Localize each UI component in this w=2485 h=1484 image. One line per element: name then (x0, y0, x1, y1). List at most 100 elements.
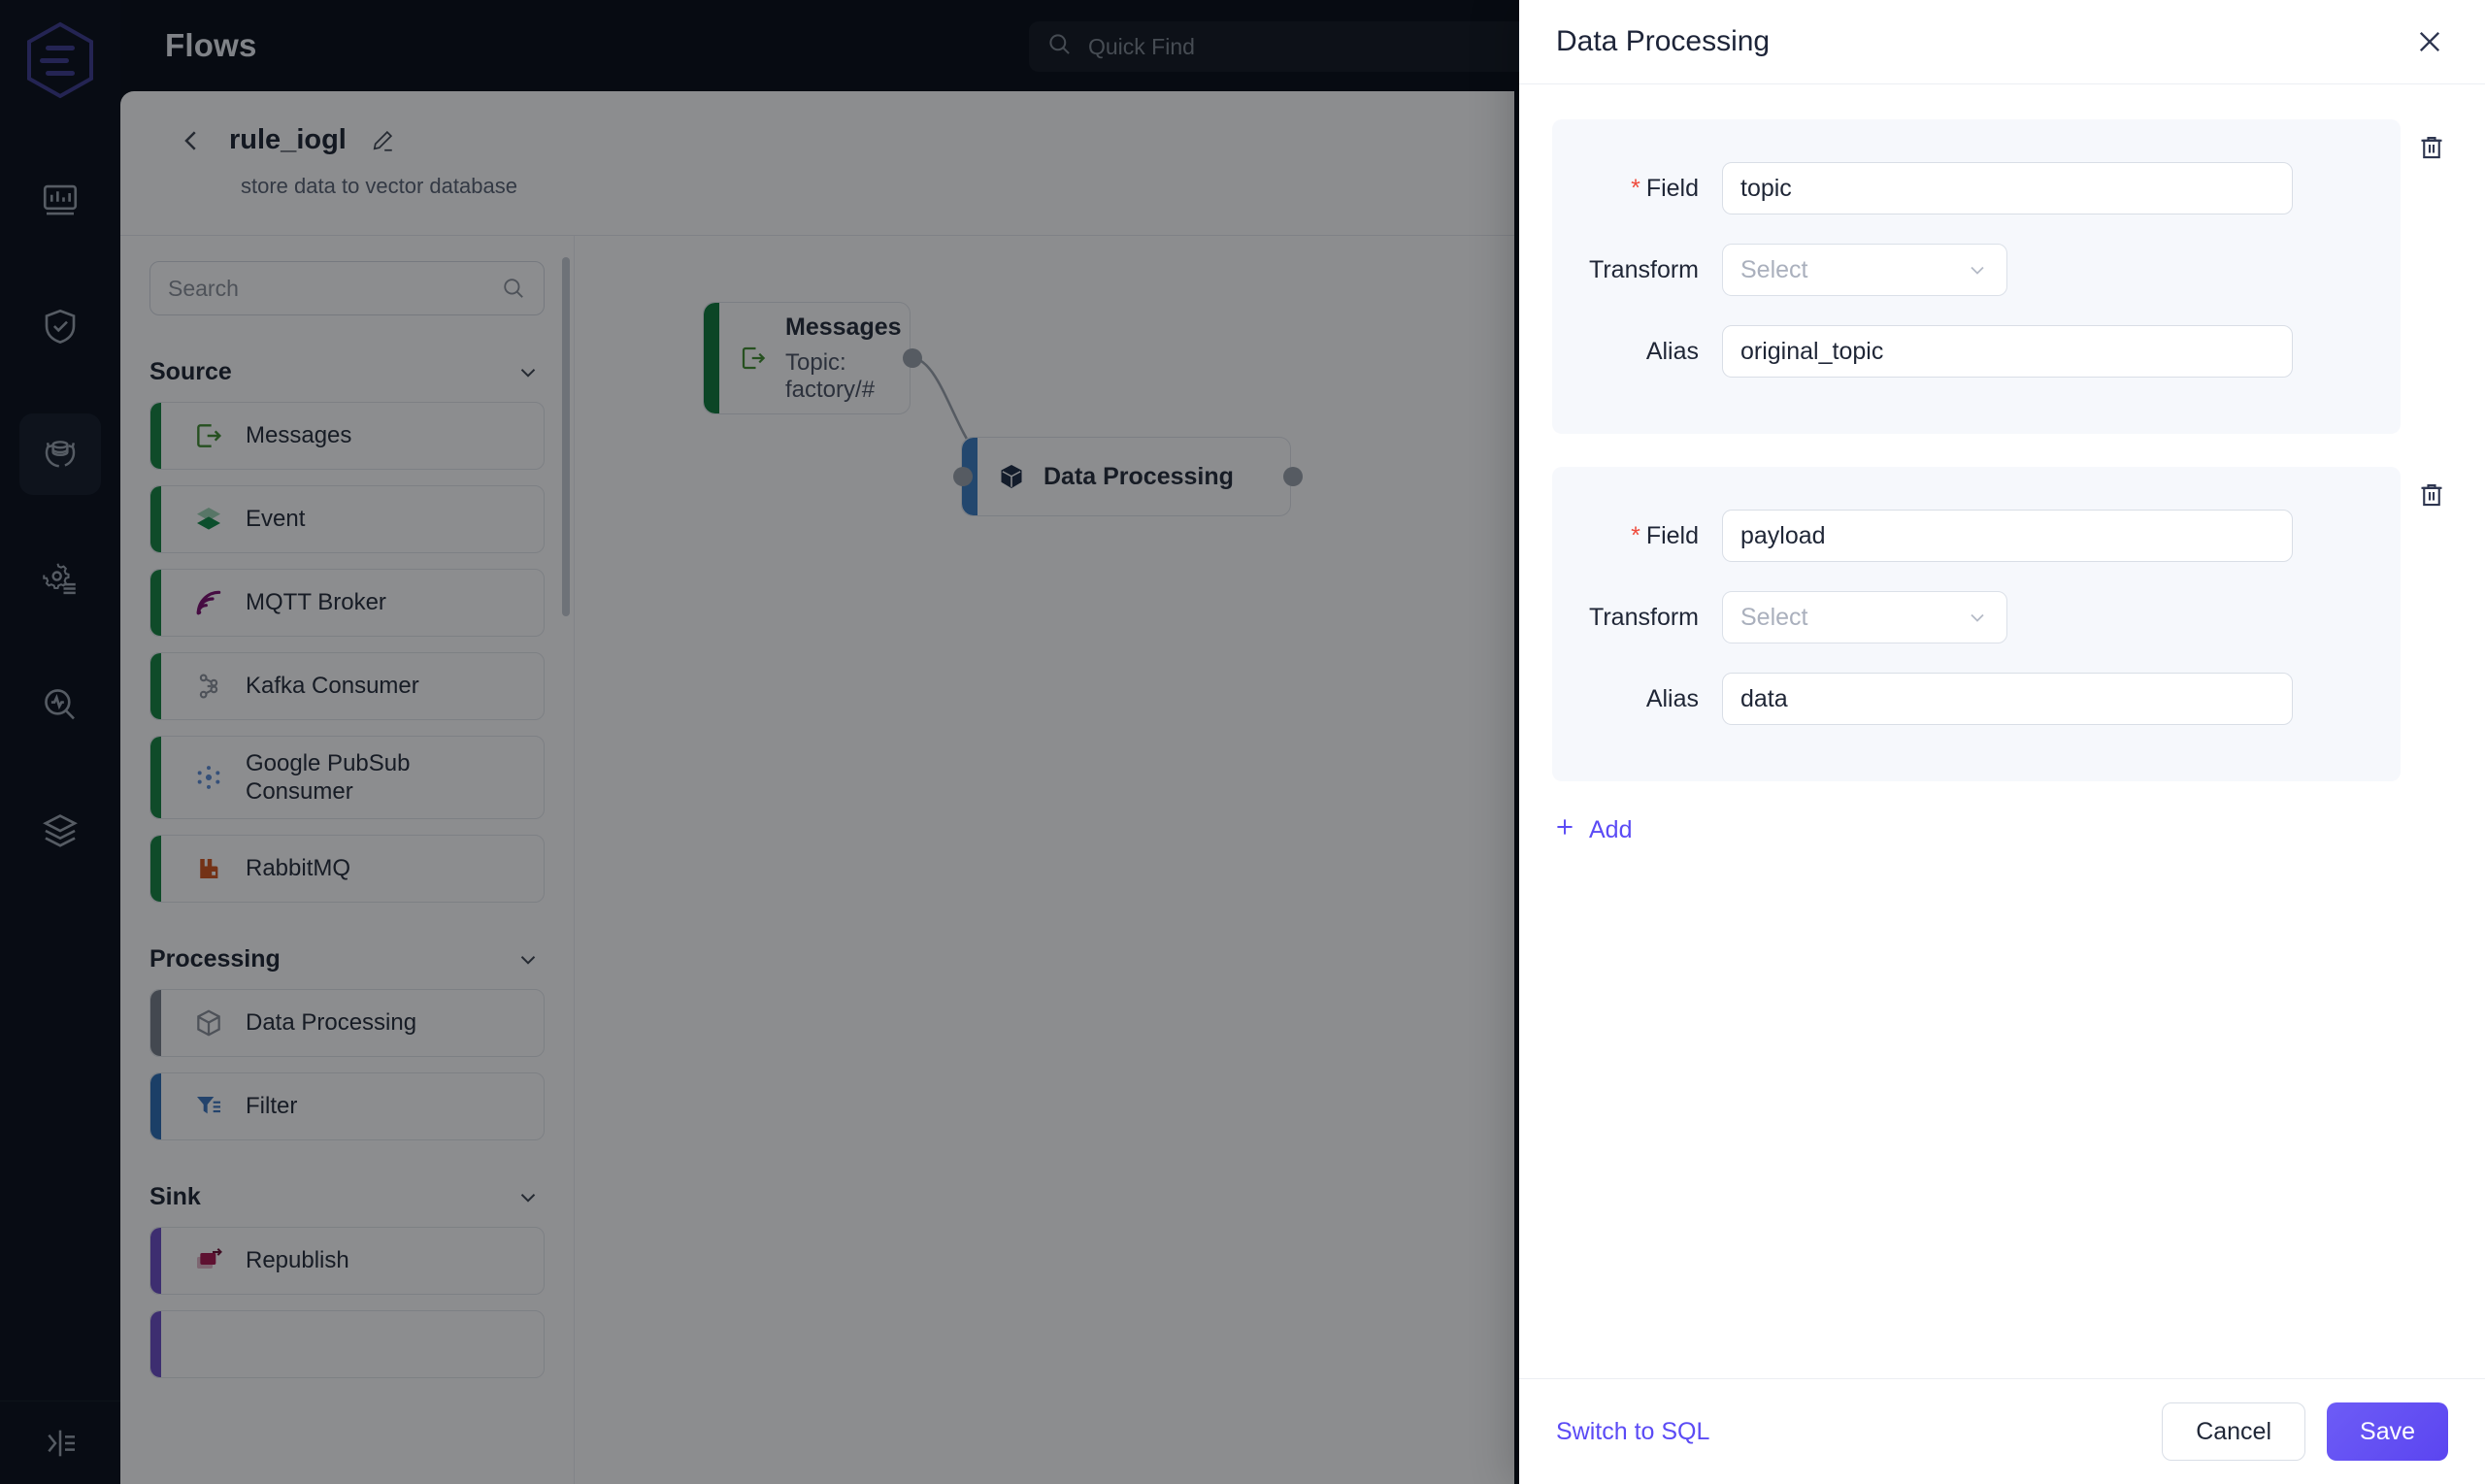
palette-item-filter[interactable]: Filter (149, 1072, 545, 1140)
transform-select[interactable]: Select (1722, 244, 2007, 296)
chevron-down-icon (1966, 606, 1989, 629)
collapse-panel-icon[interactable] (0, 1401, 120, 1484)
item-accent-bar (150, 1228, 161, 1294)
quick-find-input[interactable]: Quick Find (1029, 21, 1534, 72)
page-title: Flows (165, 27, 257, 63)
rabbitmq-icon (187, 854, 230, 883)
quick-find-placeholder: Quick Find (1088, 33, 1195, 59)
item-accent-bar (150, 570, 161, 636)
palette-item-data-processing[interactable]: Data Processing (149, 989, 545, 1057)
rail-icon-list (0, 161, 120, 874)
palette-item-event[interactable]: Event (149, 485, 545, 553)
pencil-icon[interactable] (370, 128, 395, 153)
palette-item-google-pubsub-consumer[interactable]: Google PubSub Consumer (149, 736, 545, 819)
palette-item-mqtt-broker[interactable]: MQTT Broker (149, 569, 545, 637)
cancel-button[interactable]: Cancel (2162, 1402, 2306, 1461)
node-subtitle: Topic: factory/# (785, 348, 876, 403)
flow-description: store data to vector database (241, 174, 517, 198)
palette-section-processing-header[interactable]: Processing (149, 945, 545, 973)
palette-item-rabbitmq[interactable]: RabbitMQ (149, 835, 545, 903)
chevron-left-icon[interactable] (177, 126, 206, 155)
database-sync-icon (40, 432, 81, 478)
save-button[interactable]: Save (2327, 1402, 2448, 1461)
alias-row: Alias data (1552, 673, 2401, 725)
plus-icon (1552, 814, 1577, 846)
sidebar-item-management[interactable] (19, 540, 101, 621)
pulse-search-icon (40, 684, 81, 730)
drawer-title: Data Processing (1556, 25, 1771, 57)
search-icon (501, 276, 526, 301)
close-icon[interactable] (2413, 25, 2446, 58)
sidebar-item-diagnose[interactable] (19, 666, 101, 747)
palette-item-label: Filter (246, 1093, 298, 1120)
item-accent-bar (150, 737, 161, 818)
cube-icon (187, 1007, 230, 1039)
alias-input[interactable]: original_topic (1722, 325, 2293, 378)
item-accent-bar (150, 1311, 161, 1377)
node-output-port[interactable] (903, 348, 922, 368)
alias-row: Alias original_topic (1552, 325, 2401, 378)
flow-name: rule_iogl (229, 124, 347, 155)
drawer-body: * Field topic Transform Select Alias ori… (1519, 84, 2485, 1378)
palette-item-label: Event (246, 506, 306, 533)
field-label: * Field (1552, 522, 1722, 550)
sidebar-item-integration[interactable] (19, 792, 101, 874)
chevron-down-icon[interactable] (515, 360, 541, 385)
transform-label: Transform (1589, 255, 1699, 283)
left-nav-rail (0, 0, 120, 1484)
transform-row: Transform Select (1552, 244, 2401, 296)
chevron-down-icon[interactable] (515, 1185, 541, 1210)
chevron-down-icon[interactable] (515, 947, 541, 973)
sidebar-item-access-control[interactable] (19, 287, 101, 369)
item-accent-bar (150, 1073, 161, 1139)
alias-label: Alias (1645, 684, 1699, 712)
sidebar-item-flows[interactable] (19, 413, 101, 495)
add-label: Add (1589, 816, 1633, 843)
alias-label: Alias (1645, 337, 1699, 365)
palette-section-source-header[interactable]: Source (149, 358, 545, 386)
drawer-footer: Switch to SQL Cancel Save (1519, 1378, 2485, 1484)
palette-item-kafka-consumer[interactable]: Kafka Consumer (149, 652, 545, 720)
field-label: * Field (1552, 175, 1722, 203)
transform-select[interactable]: Select (1722, 591, 2007, 643)
flow-edges (909, 355, 1012, 478)
palette-item-label: RabbitMQ (246, 855, 351, 882)
trash-icon[interactable] (2417, 133, 2446, 162)
palette-section-sink-header[interactable]: Sink (149, 1183, 545, 1211)
hexagon-logo-icon (14, 14, 107, 107)
chart-bar-icon (40, 180, 81, 225)
node-output-port[interactable] (1283, 467, 1303, 486)
search-icon (1046, 31, 1073, 63)
transform-label: Transform (1589, 603, 1699, 631)
application-window: Flows Quick Find rule_iogl store data to… (0, 0, 2485, 1484)
node-accent-bar (704, 303, 719, 413)
field-input[interactable]: topic (1722, 162, 2293, 214)
flow-editor-card: rule_iogl store data to vector database … (120, 91, 1514, 1484)
canvas-node-messages[interactable]: Messages Topic: factory/# (703, 302, 911, 414)
field-input[interactable]: payload (1722, 510, 2293, 562)
item-accent-bar (150, 486, 161, 552)
switch-to-sql-link[interactable]: Switch to SQL (1556, 1418, 1709, 1446)
sidebar-item-dashboard[interactable] (19, 161, 101, 243)
chevron-down-icon (1966, 258, 1989, 281)
messages-icon (739, 344, 768, 373)
data-processing-drawer: Data Processing * Field topic Transform … (1519, 0, 2485, 1484)
required-marker: * (1631, 174, 1640, 202)
trash-icon[interactable] (2417, 480, 2446, 510)
transform-placeholder: Select (1740, 603, 1808, 631)
node-input-port[interactable] (953, 467, 973, 486)
flow-header: rule_iogl store data to vector database (120, 91, 1514, 199)
alias-input[interactable]: data (1722, 673, 2293, 725)
mqtt-broker-icon (187, 587, 230, 618)
canvas-node-data-processing[interactable]: Data Processing (961, 437, 1291, 516)
required-marker: * (1631, 521, 1640, 549)
layers-icon (40, 810, 81, 856)
palette-item-partial[interactable] (149, 1310, 545, 1378)
palette-item-messages[interactable]: Messages (149, 402, 545, 470)
palette-item-republish[interactable]: Republish (149, 1227, 545, 1295)
flow-canvas[interactable]: Messages Topic: factory/# Data Processin… (575, 236, 1514, 1484)
palette-scrollbar[interactable] (562, 257, 570, 616)
item-accent-bar (150, 990, 161, 1056)
add-field-button[interactable]: Add (1552, 814, 1678, 846)
search-input[interactable]: Search (149, 261, 545, 315)
